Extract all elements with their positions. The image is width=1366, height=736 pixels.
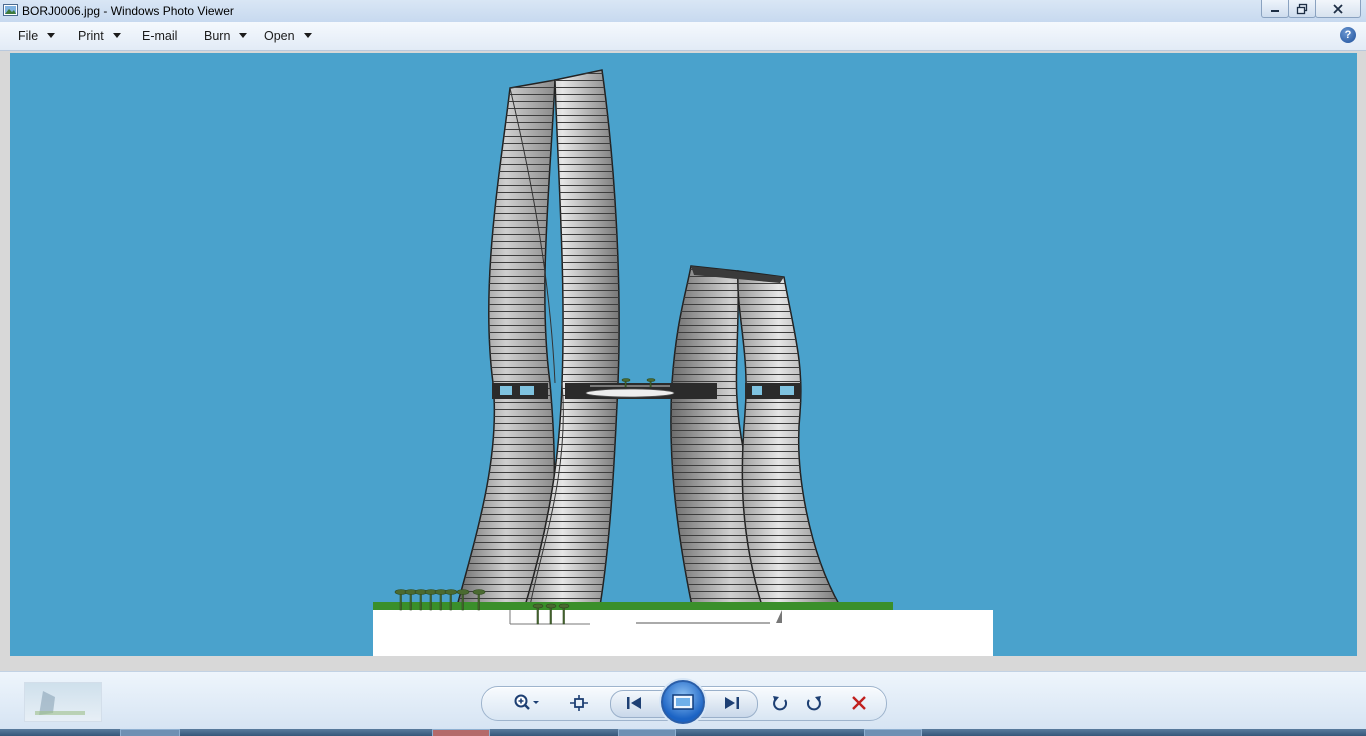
restore-icon <box>1296 3 1308 14</box>
close-button[interactable] <box>1315 0 1361 18</box>
menu-print[interactable]: Print <box>78 29 121 43</box>
menu-email-label: E-mail <box>142 29 178 43</box>
minimize-icon <box>1271 9 1279 12</box>
zoom-icon <box>514 694 539 710</box>
taskbar <box>0 729 1366 736</box>
chevron-down-icon <box>303 33 312 38</box>
menu-print-label: Print <box>78 29 104 43</box>
rotate-counterclockwise-icon <box>773 696 788 711</box>
menu-bar: File Print E-mail Burn Open <box>0 22 1366 51</box>
menu-burn[interactable]: Burn <box>204 29 248 43</box>
menu-file[interactable]: File <box>18 29 56 43</box>
next-icon <box>725 697 739 709</box>
rotate-counterclockwise-button[interactable] <box>766 690 794 716</box>
menu-open-label: Open <box>264 29 295 43</box>
rotate-clockwise-button[interactable] <box>800 690 828 716</box>
image-thumbnail <box>24 682 102 722</box>
actual-size-button[interactable] <box>565 690 593 716</box>
displayed-photo <box>10 53 1357 656</box>
delete-button[interactable] <box>845 690 873 716</box>
taskbar-button[interactable] <box>120 729 180 736</box>
slideshow-button[interactable] <box>661 680 705 724</box>
restore-button[interactable] <box>1288 0 1316 18</box>
photo-viewer-app-icon <box>3 3 18 17</box>
window-title: BORJ0006.jpg - Windows Photo Viewer <box>22 4 234 18</box>
slideshow-icon <box>672 694 694 710</box>
minimize-button[interactable] <box>1261 0 1289 18</box>
menu-file-label: File <box>18 29 39 43</box>
control-bar <box>0 671 1366 730</box>
podium-base <box>373 610 993 656</box>
chevron-down-icon <box>47 33 56 38</box>
chevron-down-icon <box>239 33 248 38</box>
help-icon[interactable]: ? <box>1340 27 1356 43</box>
close-icon <box>1333 3 1343 14</box>
actual-size-icon <box>570 695 588 711</box>
sky-bridge <box>492 383 801 399</box>
zoom-button[interactable] <box>508 690 544 716</box>
menu-email[interactable]: E-mail <box>142 29 177 43</box>
taskbar-button[interactable] <box>618 729 676 736</box>
title-bar: BORJ0006.jpg - Windows Photo Viewer <box>0 0 1366 22</box>
delete-icon <box>852 696 866 710</box>
menu-burn-label: Burn <box>204 29 231 43</box>
menu-open[interactable]: Open <box>264 29 312 43</box>
rotate-clockwise-icon <box>806 696 821 711</box>
taskbar-button[interactable] <box>864 729 922 736</box>
previous-icon <box>627 697 641 709</box>
chevron-down-icon <box>112 33 121 38</box>
next-button[interactable] <box>718 690 746 716</box>
taskbar-button[interactable] <box>432 729 490 736</box>
image-viewer-area[interactable] <box>0 51 1366 671</box>
previous-button[interactable] <box>620 690 648 716</box>
